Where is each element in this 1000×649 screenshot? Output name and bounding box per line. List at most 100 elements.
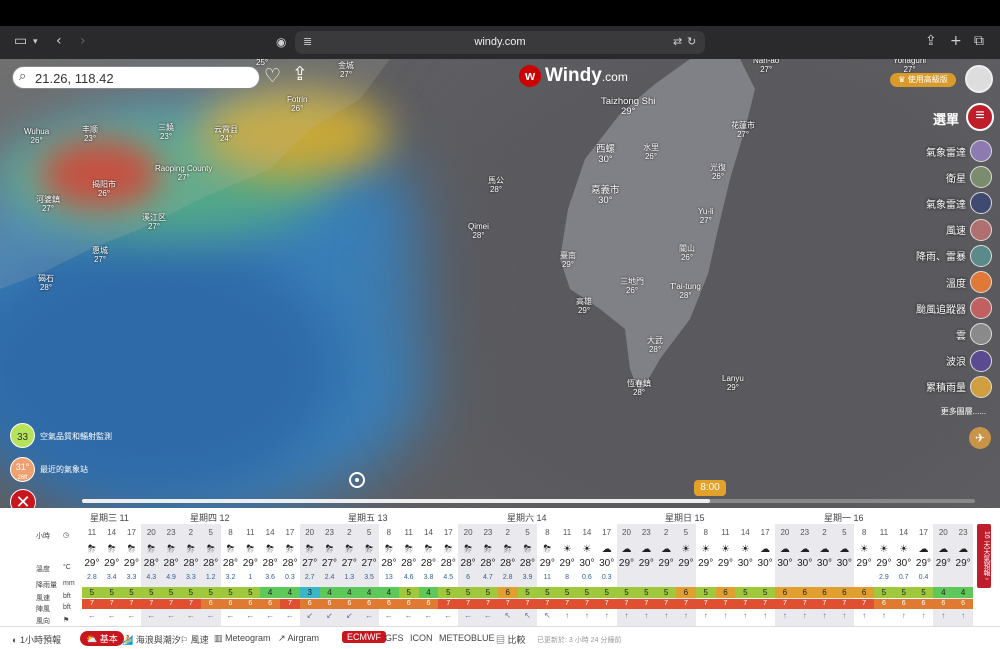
menu-button[interactable]: ≡ — [966, 103, 994, 131]
search-input[interactable]: 21.26, 118.42 — [35, 71, 114, 86]
forecast-column[interactable]: 17 ☁ 30° 5 7 ↑ — [755, 524, 775, 626]
extension-icon[interactable]: ◉ — [276, 35, 286, 49]
forecast-column[interactable]: 23 ⛈ 27° 2.4 4 6 ↙ — [319, 524, 340, 626]
forecast-column[interactable]: 11 ☀ 29° 6 7 ↑ — [715, 524, 736, 626]
forecast-column[interactable]: 17 ⛈ 28° 0.3 4 7 ← — [280, 524, 300, 626]
city-label[interactable]: Nan-ao 27° — [753, 59, 779, 74]
forecast-column[interactable]: 8 ☀ 29° 5 7 ↑ — [695, 524, 716, 626]
station-label[interactable]: 最近的氣象站 — [40, 464, 88, 475]
heart-icon[interactable]: ♡ — [264, 65, 281, 87]
layer-item[interactable]: 氣象雷達 — [926, 192, 992, 215]
forecast-column[interactable]: 14 ☀ 30° 0.6 5 7 ↑ — [577, 524, 597, 626]
city-label[interactable]: Wuhua 26° — [24, 127, 49, 145]
city-label[interactable]: 三饒 23° — [158, 123, 174, 141]
forecast-column[interactable]: 20 ⛈ 28° 4.3 5 7 ← — [141, 524, 162, 626]
sidebar-icon[interactable]: ▭ — [14, 33, 27, 49]
model-meteoblue[interactable]: METEOBLUE — [439, 633, 495, 643]
forecast-column[interactable]: 23 ⛈ 28° 4.7 5 7 ← — [478, 524, 498, 626]
city-label[interactable]: 大武 28° — [647, 336, 663, 354]
layer-thumbnail[interactable] — [970, 375, 992, 398]
forecast-column[interactable]: 5 ☀ 29° 6 7 ↑ — [676, 524, 696, 626]
forecast-column[interactable]: 17 ☁ 29° 0.4 5 6 ↑ — [913, 524, 934, 626]
layer-label[interactable]: 雲 — [956, 327, 966, 342]
avatar[interactable] — [965, 65, 993, 93]
forecast-column[interactable]: 11 ⛈ 28° 4.6 5 6 ← — [398, 524, 419, 626]
tab-wind[interactable]: ⚐ 風速 — [180, 633, 209, 646]
16-day-forecast-tab[interactable]: 16 天天氣預報 › — [977, 524, 991, 588]
city-label[interactable]: 馬公 28° — [488, 176, 504, 194]
city-label[interactable]: Qimei 28° — [468, 222, 489, 240]
city-label[interactable]: 金城 27° — [338, 61, 354, 79]
forecast-column[interactable]: 20 ☁ 29° 5 7 ↑ — [616, 524, 637, 626]
forecast-column[interactable]: 8 ☀ 29° 6 7 ↑ — [854, 524, 874, 626]
location-pin[interactable] — [349, 472, 365, 488]
layer-label[interactable]: 溫度 — [946, 275, 966, 290]
layer-thumbnail[interactable] — [970, 297, 992, 320]
city-label[interactable]: 揭阳市 26° — [92, 180, 116, 198]
layer-item[interactable]: 風速 — [946, 218, 992, 241]
city-label[interactable]: 碣石 28° — [38, 274, 54, 292]
forecast-column[interactable]: 5 ☁ 30° 6 7 ↑ — [834, 524, 855, 626]
layer-label[interactable]: 颱風追蹤器 — [916, 301, 966, 316]
forecast-column[interactable]: 2 ☁ 29° 5 7 ↑ — [656, 524, 676, 626]
tab-basic[interactable]: ⛅ 基本 — [80, 631, 124, 646]
model-ecmwf[interactable]: ECMWF — [342, 631, 386, 643]
forecast-column[interactable]: 23 ☁ 29° 5 7 ↑ — [636, 524, 657, 626]
hourly-toggle[interactable]: ◐ 1小時預報 — [12, 633, 61, 646]
station-badge[interactable]: 31° 26ft — [10, 457, 35, 482]
forecast-column[interactable]: 20 ☁ 30° 6 7 ↑ — [775, 524, 795, 626]
layer-thumbnail[interactable] — [970, 166, 992, 189]
layer-thumbnail[interactable] — [970, 244, 992, 267]
timeline-slider[interactable] — [82, 499, 975, 503]
forecast-column[interactable]: 5 ⛈ 28° 3.9 5 7 ↖ — [517, 524, 538, 626]
forecast-column[interactable]: 23 ⛈ 28° 4.9 5 7 ← — [161, 524, 181, 626]
layer-label[interactable]: 氣象雷達 — [926, 144, 966, 159]
layer-thumbnail[interactable] — [970, 140, 992, 162]
forecast-column[interactable]: 17 ☁ 30° 0.3 5 7 ↑ — [596, 524, 617, 626]
forecast-column[interactable]: 2 ⛈ 28° 2.8 6 7 ↖ — [497, 524, 518, 626]
city-label[interactable]: Yu-li 27° — [698, 207, 714, 225]
forecast-column[interactable]: 14 ☀ 30° 5 7 ↑ — [735, 524, 756, 626]
close-button[interactable]: ✕ — [10, 489, 36, 508]
city-label[interactable]: Lanyu 29° — [722, 374, 744, 392]
forecast-grid[interactable]: 11 ⛈ 29° 2.8 5 7 ← 14 ⛈ 29° 3.4 5 7 ← 17 ⛈ 29° 3.3 5 7 ← 20 ⛈ 2… — [82, 524, 975, 626]
tab-overview-icon[interactable]: ⧉ — [974, 33, 984, 49]
layer-label[interactable]: 風速 — [946, 222, 966, 237]
forecast-column[interactable]: 14 ⛈ 28° 3.6 4 6 ← — [260, 524, 280, 626]
forecast-column[interactable]: 8 ⛈ 29° 11 5 7 ↖ — [537, 524, 558, 626]
city-label[interactable]: 丰顺 23° — [82, 125, 98, 143]
chevron-down-icon[interactable]: ▾ — [33, 37, 38, 47]
city-label[interactable]: Fotrin 26° — [287, 95, 307, 113]
layer-label[interactable]: 累積雨量 — [926, 379, 966, 394]
forecast-column[interactable]: 11 ☀ 29° 2.9 5 6 ↑ — [874, 524, 894, 626]
model-gfs[interactable]: GFS — [385, 633, 404, 643]
layer-label[interactable]: 降雨、雷暴 — [916, 248, 966, 263]
forecast-column[interactable]: 20 ⛈ 28° 6 5 7 ← — [458, 524, 478, 626]
layer-thumbnail[interactable] — [970, 192, 992, 215]
forecast-column[interactable]: 2 ⛈ 27° 1.3 4 6 ↙ — [339, 524, 360, 626]
share-icon[interactable]: ⇪ — [292, 63, 308, 85]
reload-icon[interactable]: ↻ — [687, 35, 696, 48]
layer-item[interactable]: 颱風追蹤器 — [916, 297, 992, 320]
premium-button[interactable]: ♛ 使用高級版 — [890, 73, 956, 87]
layer-label[interactable]: 氣象雷達 — [926, 196, 966, 211]
layer-thumbnail[interactable] — [970, 323, 992, 346]
forecast-column[interactable]: 8 ⛈ 28° 13 4 6 ← — [379, 524, 399, 626]
city-label[interactable]: 三地門 26° — [620, 277, 644, 295]
forecast-column[interactable]: 23 ☁ 30° 6 7 ↑ — [794, 524, 815, 626]
search-box[interactable]: ⌕ 21.26, 118.42 — [12, 66, 260, 89]
city-label[interactable]: 云霄县 24° — [214, 125, 238, 143]
forecast-column[interactable]: 2 ☁ 30° 6 7 ↑ — [814, 524, 835, 626]
layer-item[interactable]: 降雨、雷暴 — [916, 244, 992, 267]
city-label[interactable]: 恆春鎮 28° — [627, 379, 651, 397]
layer-item[interactable]: 雲 — [956, 323, 992, 346]
forecast-column[interactable]: 5 ⛈ 28° 1.2 5 6 ← — [200, 524, 221, 626]
city-label[interactable]: 水里 26° — [643, 143, 659, 161]
city-label[interactable]: 西螺 30° — [596, 145, 615, 165]
aqi-badge[interactable]: 33 — [10, 423, 35, 448]
layer-label[interactable]: 波浪 — [946, 353, 966, 368]
forecast-column[interactable]: 20 ☁ 29° 4 6 ↑ — [933, 524, 954, 626]
airplane-icon[interactable]: ✈ — [969, 427, 991, 449]
new-tab-icon[interactable]: + — [950, 33, 962, 49]
forecast-column[interactable]: 8 ⛈ 28° 3.2 5 6 ← — [220, 524, 241, 626]
